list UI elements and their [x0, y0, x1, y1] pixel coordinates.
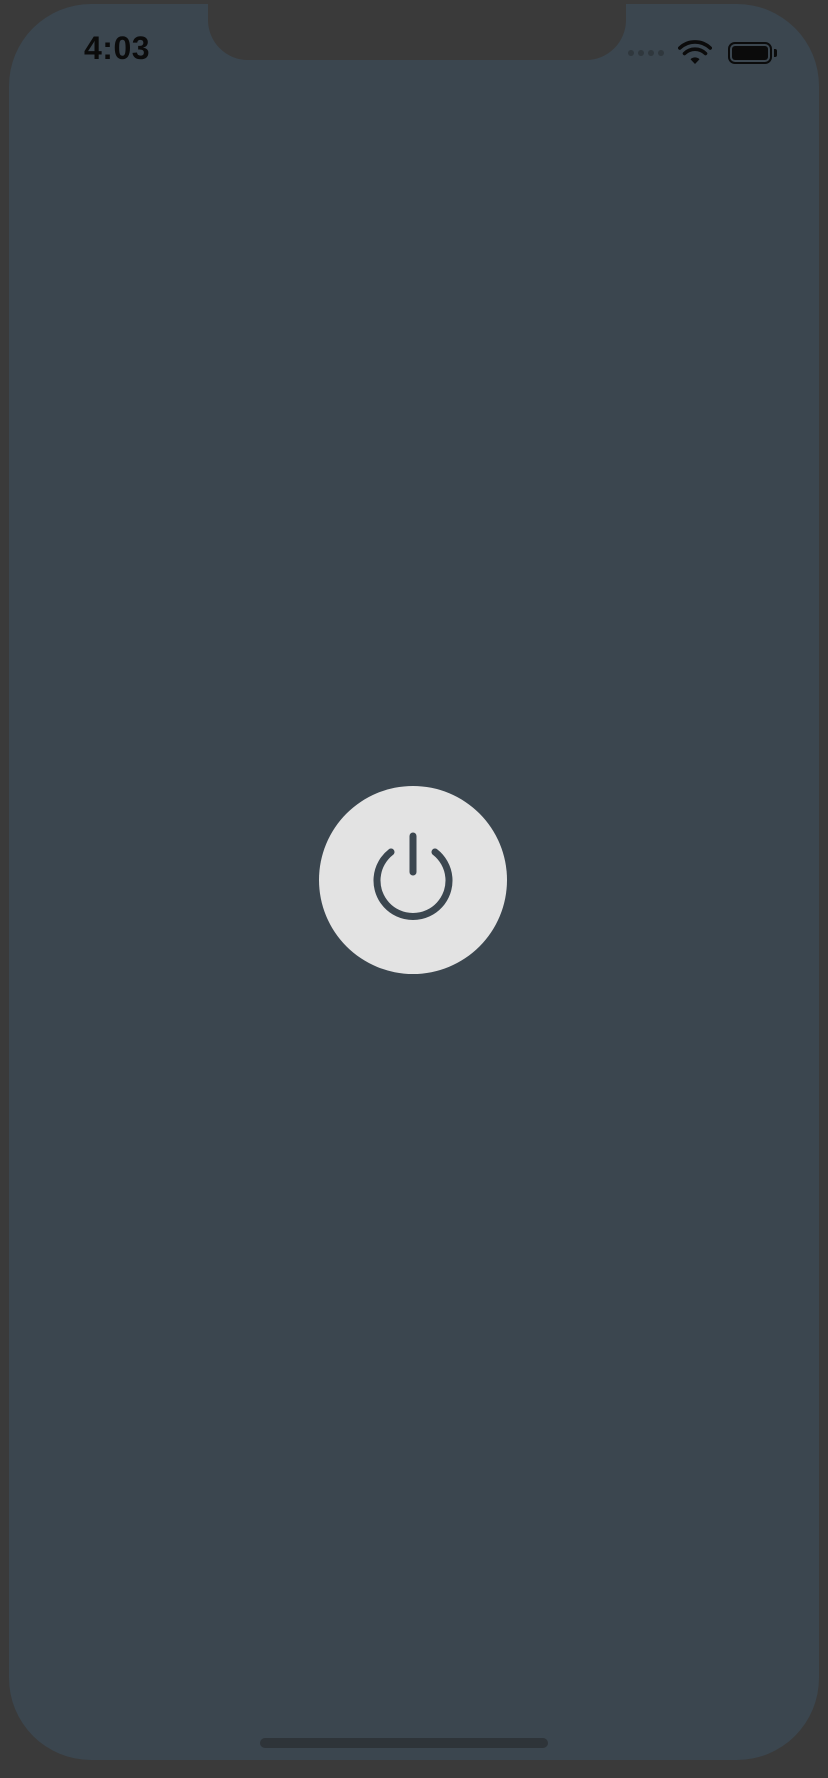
battery-level-fill [732, 46, 768, 60]
cellular-signal-icon [628, 50, 664, 56]
device-notch [208, 4, 626, 60]
battery-tip [774, 49, 777, 57]
status-time: 4:03 [84, 30, 151, 66]
app-screen: 4:03 [9, 4, 819, 1760]
battery-icon [728, 42, 772, 64]
wifi-icon [678, 40, 712, 64]
status-icons [628, 38, 777, 68]
home-indicator[interactable] [260, 1738, 548, 1748]
power-icon [373, 832, 453, 920]
power-button[interactable] [319, 786, 507, 974]
